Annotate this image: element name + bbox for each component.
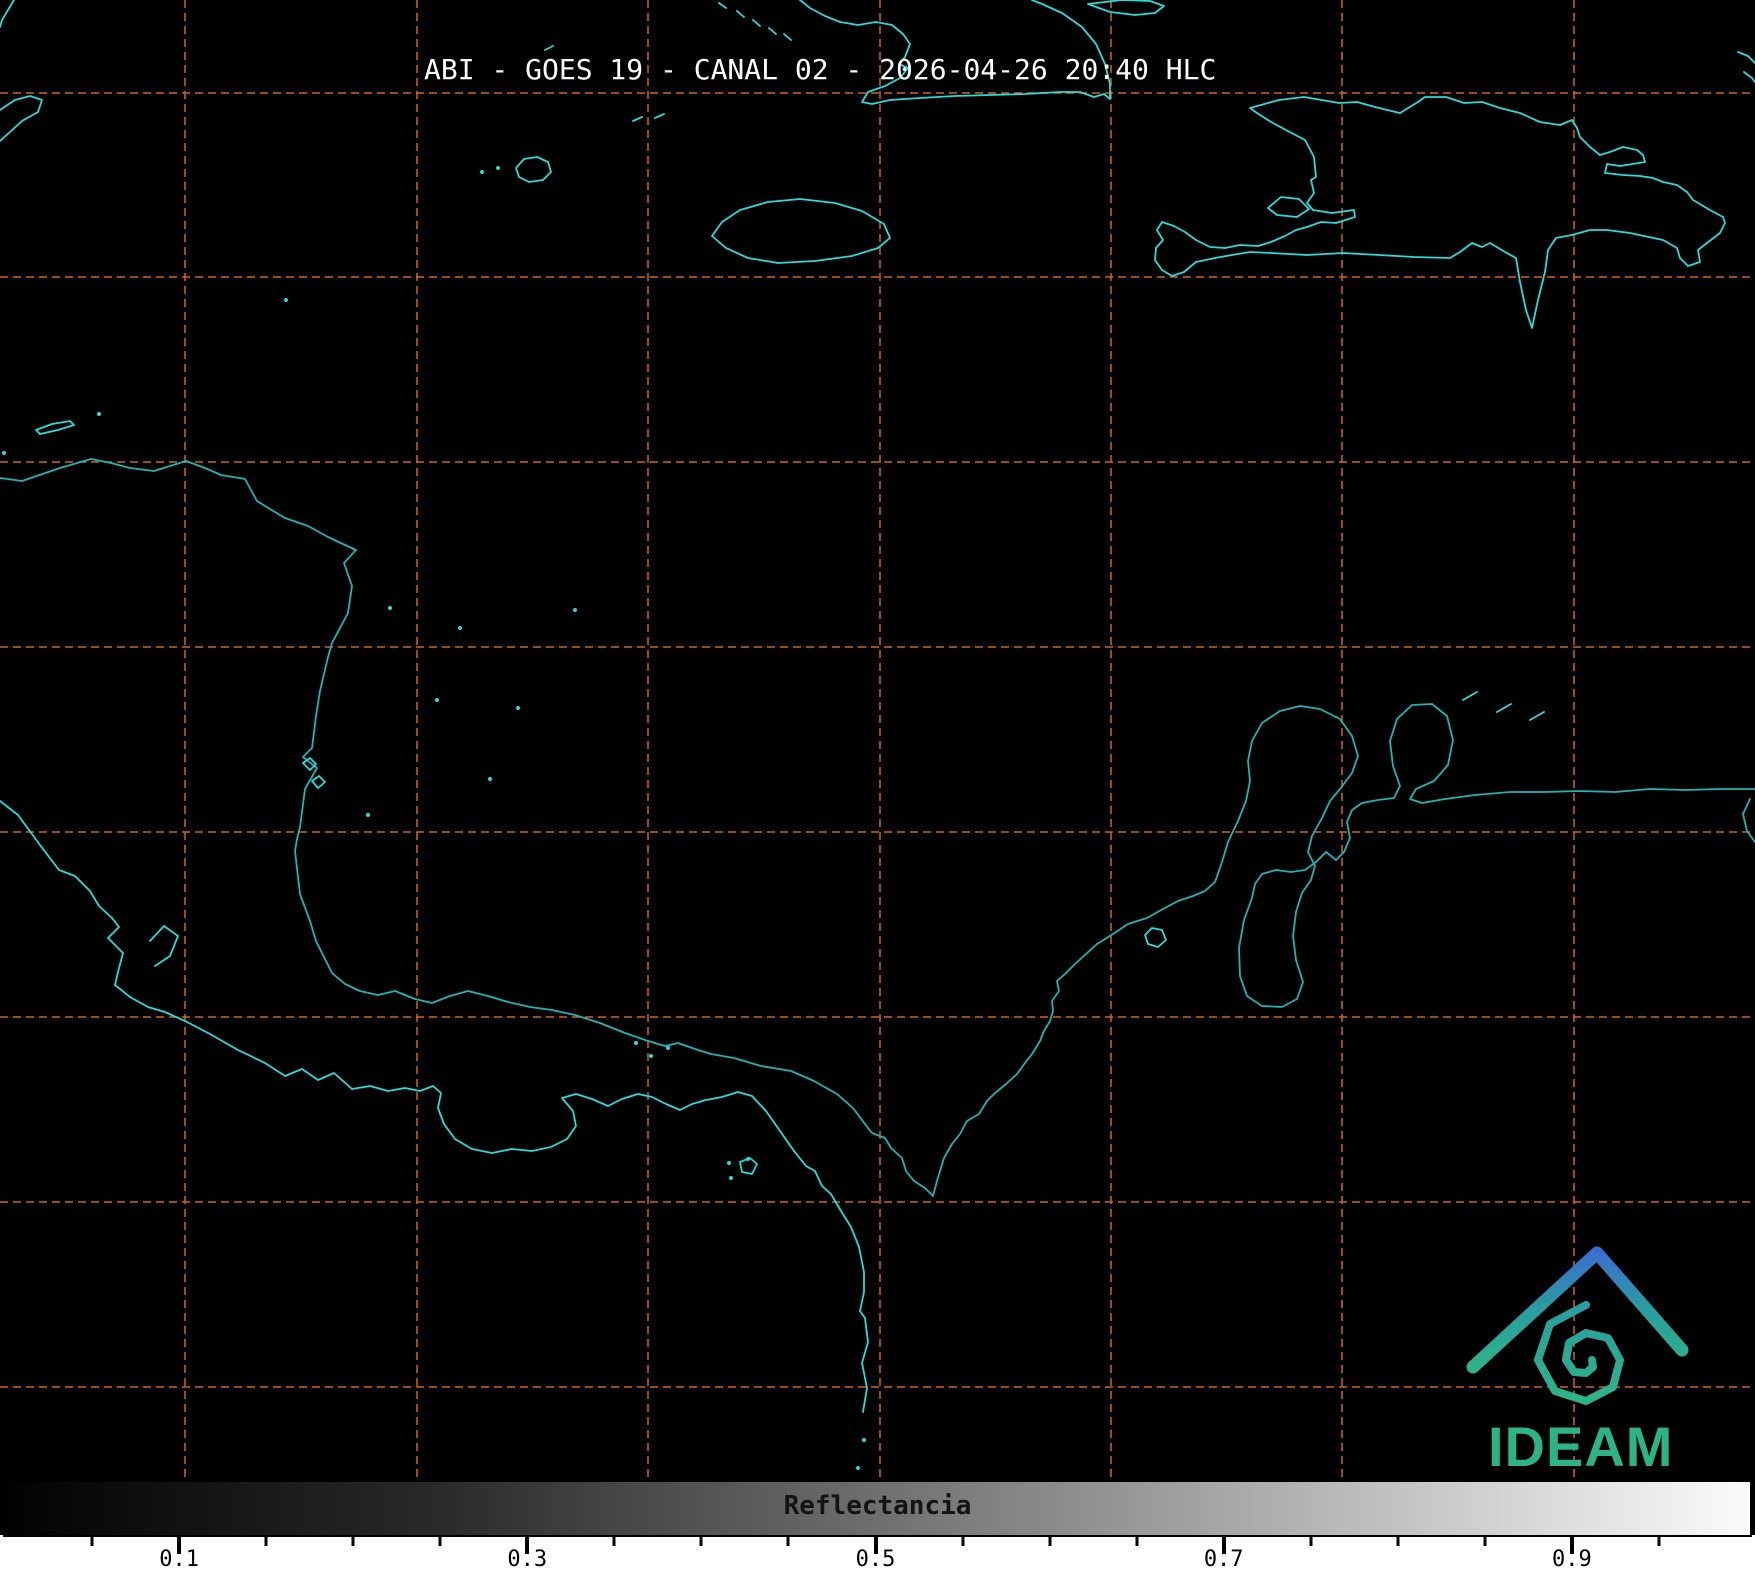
coastline-inagua xyxy=(1087,0,1165,16)
satellite-image-viewport: ABI - GOES 19 - CANAL 02 - 2026-04-26 20… xyxy=(0,0,1755,1577)
colorbar-tick-label: 0.3 xyxy=(507,1547,548,1572)
colorbar-minor-tick xyxy=(961,1535,965,1546)
islet-dot xyxy=(2,451,6,455)
colorbar-minor-tick xyxy=(1309,1535,1313,1546)
islet-dot xyxy=(746,1157,750,1161)
islet-dot xyxy=(516,706,520,710)
coastline-abc-islands xyxy=(1462,691,1545,721)
colorbar-minor-tick xyxy=(1396,1535,1400,1546)
coastline-honduras-lagoon-a xyxy=(302,757,317,771)
islet-dot xyxy=(435,698,439,702)
colorbar-tick-label: 0.7 xyxy=(1203,1547,1244,1572)
islet-dot xyxy=(634,1041,638,1045)
map-canvas xyxy=(0,0,1755,1480)
colorbar-tick-label: 0.5 xyxy=(855,1547,896,1572)
colorbar-tick-label: 0.1 xyxy=(159,1547,199,1572)
coastline-cuba-west-tip-a xyxy=(0,0,15,28)
colorbar-minor-tick xyxy=(1048,1535,1052,1546)
colorbar-minor-tick xyxy=(264,1535,268,1546)
colorbar-minor-tick xyxy=(90,1535,94,1546)
coastline-honduras-lagoon-b xyxy=(311,775,326,789)
coastline-santa-marta-lagoon xyxy=(1144,927,1167,948)
ideam-logo-text: IDEAM xyxy=(1488,1415,1674,1478)
islet-dot xyxy=(862,1438,866,1442)
islet-dot xyxy=(727,1161,731,1165)
coastline-gonave-island xyxy=(1267,196,1310,218)
coastline-mainland-caribbean xyxy=(0,458,1755,1197)
coastline-isla-juventud xyxy=(515,156,552,183)
coastline-jamaica xyxy=(711,198,891,264)
colorbar-label: Reflectancia xyxy=(783,1491,972,1521)
image-title: ABI - GOES 19 - CANAL 02 - 2026-04-26 20… xyxy=(424,53,1217,86)
colorbar-minor-tick xyxy=(1135,1535,1139,1546)
islet-dot xyxy=(649,1054,653,1058)
colorbar-minor-tick xyxy=(1483,1535,1487,1546)
islet-dot xyxy=(729,1176,733,1180)
coastline-venezuela-east-bay xyxy=(1742,798,1755,843)
coastline-puerto-rico-west xyxy=(1737,51,1755,83)
colorbar-minor-tick xyxy=(612,1535,616,1546)
islet-dot xyxy=(666,1046,670,1050)
coastline-nicoya-hook xyxy=(149,925,179,967)
colorbar-tick-label: 0.9 xyxy=(1552,1547,1592,1572)
coastline-cuba-main xyxy=(799,0,1111,105)
colorbar-minor-tick xyxy=(786,1535,790,1546)
islet-dot xyxy=(488,777,492,781)
islet-dot xyxy=(97,412,101,416)
coastline-pacific-coast xyxy=(0,800,869,1413)
colorbar-minor-tick xyxy=(699,1535,703,1546)
coastline-hispaniola xyxy=(1154,96,1726,329)
islet-dot xyxy=(480,170,484,174)
islet-dot xyxy=(573,608,577,612)
islet-dot xyxy=(366,813,370,817)
colorbar-minor-tick xyxy=(351,1535,355,1546)
coastline-roatan xyxy=(35,420,75,435)
coastline-cuba-west-tip-b xyxy=(0,95,43,142)
islet-dot xyxy=(284,298,288,302)
colorbar-minor-tick xyxy=(438,1535,442,1546)
islet-dot xyxy=(856,1466,860,1470)
islet-dot xyxy=(458,626,462,630)
islet-dot xyxy=(388,606,392,610)
islet-dot xyxy=(496,166,500,170)
colorbar-minor-tick xyxy=(1657,1535,1661,1546)
